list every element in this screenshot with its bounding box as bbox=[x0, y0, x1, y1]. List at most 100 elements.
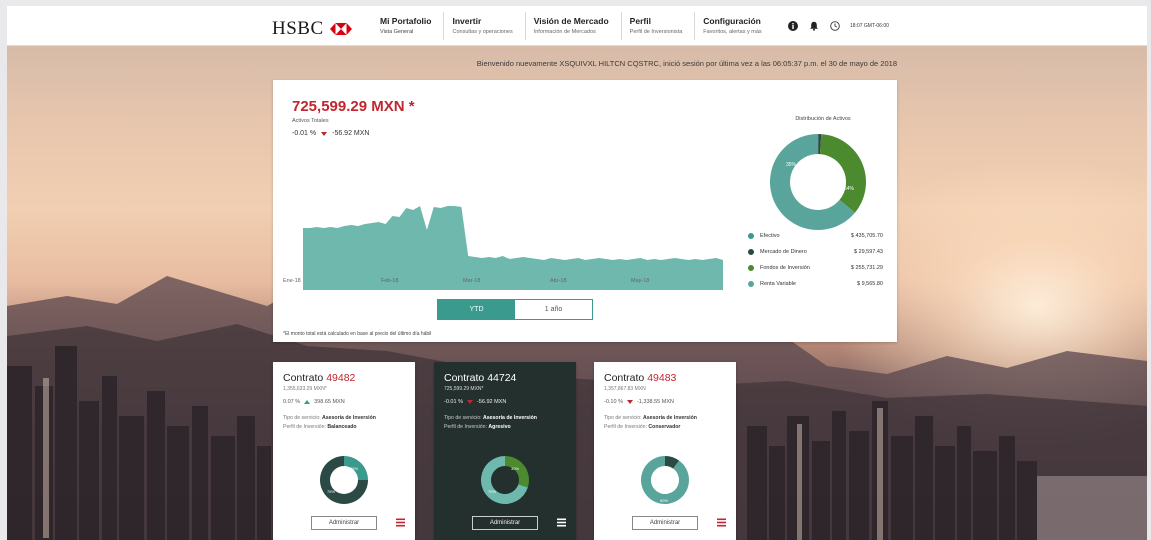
contract-title: Contrato 44724 bbox=[444, 372, 516, 384]
hexagon-logo-icon bbox=[329, 23, 352, 35]
service-label: Tipo de servicio: bbox=[283, 415, 321, 421]
contract-change: -0.10 % -1,338.55 MXN bbox=[604, 399, 674, 405]
contract-amount: 725,599.29 MXN* bbox=[444, 386, 484, 392]
hsbc-logo[interactable]: HSBC bbox=[272, 18, 352, 40]
change-percent: -0.10 % bbox=[604, 399, 623, 405]
contract-number: 49482 bbox=[326, 372, 356, 384]
logo-wordmark: HSBC bbox=[272, 18, 324, 39]
contract-prefix: Contrato bbox=[444, 372, 485, 384]
footnote: *El monto total está calculado en base a… bbox=[283, 331, 432, 337]
change-percent: -0.01 % bbox=[444, 399, 463, 405]
total-assets-value: 725,599.29 MXN * bbox=[292, 98, 415, 115]
contract-prefix: Contrato bbox=[604, 372, 645, 384]
nav-item-mi-portafolio[interactable]: Mi Portafolio Vista General bbox=[372, 12, 443, 40]
contract-donut: 30% 70% bbox=[481, 456, 529, 504]
contract-info: Tipo de servicio: Asesoría de Inversión … bbox=[283, 414, 376, 432]
profile-value: Balanceado bbox=[327, 424, 357, 430]
contract-change: 0.07 % 398.65 MXN bbox=[283, 399, 345, 405]
donut-slice bbox=[819, 134, 866, 213]
portfolio-summary-panel: 725,599.29 MXN * Activos Totales -0.01 %… bbox=[273, 80, 897, 342]
x-tick-label: Feb-18 bbox=[381, 278, 399, 284]
list-icon[interactable] bbox=[396, 518, 405, 527]
nav-title: Mi Portafolio bbox=[380, 16, 432, 26]
nav-subtitle: Perfil de Inversionista bbox=[629, 29, 683, 35]
legend-item: Renta Variable $ 9,565.80 bbox=[748, 276, 883, 292]
change-percent: 0.07 % bbox=[283, 399, 301, 405]
nav-title: Perfil bbox=[629, 16, 651, 26]
period-toggle: YTD 1 año bbox=[437, 299, 593, 320]
nav-title: Visión de Mercado bbox=[533, 16, 609, 26]
contract-info: Tipo de servicio: Asesoría de Inversión … bbox=[604, 414, 697, 432]
contract-prefix: Contrato bbox=[283, 372, 324, 384]
legend-label: Renta Variable bbox=[760, 281, 796, 287]
change-amount: -56.92 MXN bbox=[476, 399, 507, 405]
contract-amount: 1,355,633.29 MXN* bbox=[283, 386, 327, 392]
ytd-button[interactable]: YTD bbox=[438, 300, 515, 319]
session-time: 18:07 GMT-06:00 bbox=[850, 22, 889, 29]
change-amount: -1,338.55 MXN bbox=[636, 399, 674, 405]
list-icon[interactable] bbox=[717, 518, 726, 527]
profile-label: Perfil de Inversión: bbox=[604, 424, 647, 430]
donut-slice bbox=[641, 456, 689, 504]
legend-value: $ 435,705.70 bbox=[850, 233, 883, 239]
total-change: -0.01 % -56.92 MXN bbox=[292, 130, 369, 137]
nav-title: Configuración bbox=[703, 16, 761, 26]
asset-distribution-donut: 35% 64% bbox=[770, 134, 866, 230]
legend-label: Efectivo bbox=[760, 233, 780, 239]
contract-card[interactable]: Contrato 49483 1,357,867.83 MXN -0.10 % … bbox=[594, 362, 736, 540]
profile-label: Perfil de Inversión: bbox=[283, 424, 326, 430]
service-label: Tipo de servicio: bbox=[444, 415, 482, 421]
nav-item-perfil[interactable]: Perfil Perfil de Inversionista bbox=[620, 12, 695, 40]
slice-label: 25% bbox=[350, 466, 358, 471]
top-navigation-bar: HSBC Mi Portafolio Vista General Inverti… bbox=[7, 6, 1147, 46]
nav-subtitle: Consultas y operaciones bbox=[452, 29, 513, 35]
welcome-message: Bienvenido nuevamente XSQUIVXL HILTCN CQ… bbox=[476, 59, 897, 68]
distribution-legend: Efectivo $ 435,705.70 Mercado de Dinero … bbox=[748, 228, 883, 292]
performance-area-chart bbox=[303, 206, 723, 290]
administrar-button[interactable]: Administrar bbox=[632, 516, 698, 530]
administrar-button[interactable]: Administrar bbox=[472, 516, 538, 530]
area-series bbox=[303, 206, 723, 290]
change-amount: -56.92 MXN bbox=[332, 130, 370, 137]
service-value: Asesoría de Inversión bbox=[322, 415, 376, 421]
administrar-button[interactable]: Administrar bbox=[311, 516, 377, 530]
contract-card[interactable]: Contrato 44724 725,599.29 MXN* -0.01 % -… bbox=[434, 362, 576, 540]
service-value: Asesoría de Inversión bbox=[643, 415, 697, 421]
contract-info: Tipo de servicio: Asesoría de Inversión … bbox=[444, 414, 537, 432]
nav-item-invertir[interactable]: Invertir Consultas y operaciones bbox=[443, 12, 524, 40]
list-icon[interactable] bbox=[557, 518, 566, 527]
total-assets-label: Activos Totales bbox=[292, 118, 329, 124]
utility-bar: 18:07 GMT-06:00 bbox=[787, 20, 889, 31]
x-tick-label: Mar-18 bbox=[463, 278, 481, 284]
legend-dot bbox=[748, 233, 754, 239]
nav-item-vision-de-mercado[interactable]: Visión de Mercado Información de Mercado… bbox=[524, 12, 621, 40]
legend-value: $ 29,597.43 bbox=[853, 249, 883, 255]
nav-item-configuracion[interactable]: Configuración Favoritos, alertas y más bbox=[694, 12, 773, 40]
contract-title: Contrato 49483 bbox=[604, 372, 676, 384]
x-tick-label: Ene-18 bbox=[283, 278, 301, 284]
legend-label: Fondos de Inversión bbox=[760, 265, 810, 271]
contract-number: 44724 bbox=[487, 372, 517, 384]
contract-donut: 25% 75% bbox=[320, 456, 368, 504]
one-year-button[interactable]: 1 año bbox=[515, 300, 592, 319]
nav-subtitle: Favoritos, alertas y más bbox=[703, 29, 762, 35]
contract-donut: 90% bbox=[641, 456, 689, 504]
slice-label: 30% bbox=[511, 466, 519, 471]
bell-icon[interactable] bbox=[808, 20, 819, 31]
contract-amount: 1,357,867.83 MXN bbox=[604, 386, 646, 392]
nav-title: Invertir bbox=[452, 16, 482, 26]
slice-label: 75% bbox=[327, 489, 335, 494]
profile-label: Perfil de Inversión: bbox=[444, 424, 487, 430]
legend-item: Mercado de Dinero $ 29,597.43 bbox=[748, 244, 883, 260]
info-icon[interactable] bbox=[787, 20, 798, 31]
app-frame: HSBC Mi Portafolio Vista General Inverti… bbox=[7, 6, 1147, 540]
change-percent: -0.01 % bbox=[292, 130, 317, 137]
x-tick-label: Abr-18 bbox=[550, 278, 567, 284]
contract-card[interactable]: Contrato 49482 1,355,633.29 MXN* 0.07 % … bbox=[273, 362, 415, 540]
legend-item: Fondos de Inversión $ 255,731.29 bbox=[748, 260, 883, 276]
slice-label: 70% bbox=[488, 489, 496, 494]
slice-label: 90% bbox=[660, 498, 668, 503]
service-label: Tipo de servicio: bbox=[604, 415, 642, 421]
slice-label: 64% bbox=[844, 186, 855, 192]
nav-subtitle: Información de Mercados bbox=[533, 29, 596, 35]
